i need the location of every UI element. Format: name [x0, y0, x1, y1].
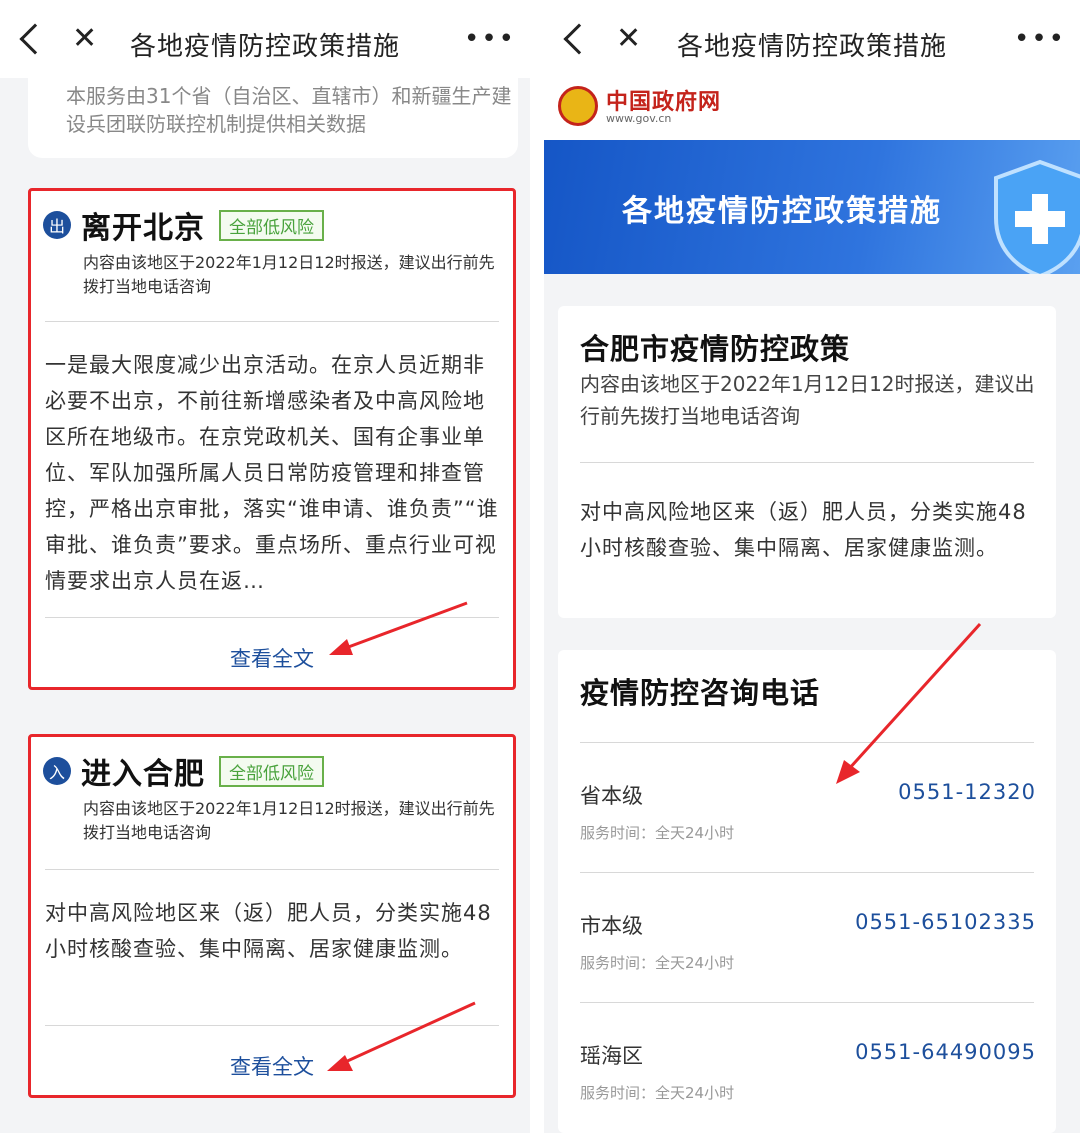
card-subtitle: 内容由该地区于2022年1月12日12时报送，建议出行前先拨打当地电话咨询: [83, 253, 495, 296]
exit-icon: 出: [43, 211, 71, 239]
policy-body: 对中高风险地区来（返）肥人员，分类实施48小时核酸查验、集中隔离、居家健康监测。: [580, 500, 1027, 560]
divider: [580, 462, 1034, 463]
phone-level: 省本级: [580, 784, 643, 808]
phone-number-link[interactable]: 0551-64490095: [855, 1040, 1036, 1064]
more-icon[interactable]: •••: [464, 24, 516, 54]
card-subtitle: 内容由该地区于2022年1月12日12时报送，建议出行前先拨打当地电话咨询: [83, 799, 495, 842]
card-header: 出 离开北京 全部低风险: [43, 207, 324, 246]
page-title: 各地疫情防控政策措施: [129, 32, 400, 62]
phone-level: 瑶海区: [580, 1044, 643, 1068]
divider: [45, 321, 499, 322]
policy-card: 合肥市疫情防控政策 内容由该地区于2022年1月12日12时报送，建议出行前先拨…: [558, 306, 1056, 618]
top-bar: ✕ 各地疫情防控政策措施 •••: [544, 0, 1080, 78]
gov-header: 中国政府网 www.gov.cn: [544, 78, 1080, 140]
card-title: 进入合肥: [81, 757, 205, 792]
card-title: 离开北京: [81, 211, 205, 246]
leave-beijing-card: 出 离开北京 全部低风险 内容由该地区于2022年1月12日12时报送，建议出行…: [28, 188, 516, 690]
service-hours: 服务时间：全天24小时: [580, 954, 735, 972]
top-bar: ✕ 各地疫情防控政策措施 •••: [0, 0, 530, 78]
shield-cross-icon: [994, 159, 1080, 274]
phone-row: 瑶海区 0551-64490095 服务时间：全天24小时: [580, 1002, 1036, 1130]
phone-row: 市本级 0551-65102335 服务时间：全天24小时: [580, 872, 1036, 1000]
more-icon[interactable]: •••: [1014, 24, 1066, 54]
card-body: 对中高风险地区来（返）肥人员，分类实施48小时核酸查验、集中隔离、居家健康监测。: [45, 901, 492, 961]
phone-level: 市本级: [580, 914, 643, 938]
page-title: 各地疫情防控政策措施: [676, 32, 947, 62]
service-hours: 服务时间：全天24小时: [580, 1084, 735, 1102]
phone-card-title: 疫情防控咨询电话: [580, 676, 821, 710]
divider: [45, 869, 499, 870]
national-emblem-icon: [558, 86, 598, 126]
arrow-annotation: [836, 622, 982, 784]
policy-title: 合肥市疫情防控政策: [580, 332, 851, 366]
policy-subtitle: 内容由该地区于2022年1月12日12时报送，建议出行前先拨打当地电话咨询: [580, 372, 1035, 428]
risk-badge: 全部低风险: [219, 209, 324, 241]
arrow-annotation: [329, 601, 468, 655]
phone-number-link[interactable]: 0551-65102335: [855, 910, 1036, 934]
risk-badge: 全部低风险: [219, 755, 324, 787]
enter-hefei-card: 入 进入合肥 全部低风险 内容由该地区于2022年1月12日12时报送，建议出行…: [28, 734, 516, 1098]
arrow-annotation: [327, 1001, 476, 1071]
enter-icon: 入: [43, 757, 71, 785]
banner: 各地疫情防控政策措施: [544, 140, 1080, 274]
service-note: 本服务由31个省（自治区、直辖市）和新疆生产建设兵团联防联控机制提供相关数据: [28, 70, 518, 158]
card-body: 一是最大限度减少出京活动。在京人员近期非必要不出京，不前往新增感染者及中高风险地…: [45, 353, 499, 593]
service-hours: 服务时间：全天24小时: [580, 824, 735, 842]
card-header: 入 进入合肥 全部低风险: [43, 753, 324, 792]
left-screen: ✕ 各地疫情防控政策措施 ••• 本服务由31个省（自治区、直辖市）和新疆生产建…: [0, 0, 530, 1133]
gov-site-url: www.gov.cn: [606, 112, 672, 125]
right-screen: ✕ 各地疫情防控政策措施 ••• 中国政府网 www.gov.cn 各地疫情防控…: [544, 0, 1080, 1133]
